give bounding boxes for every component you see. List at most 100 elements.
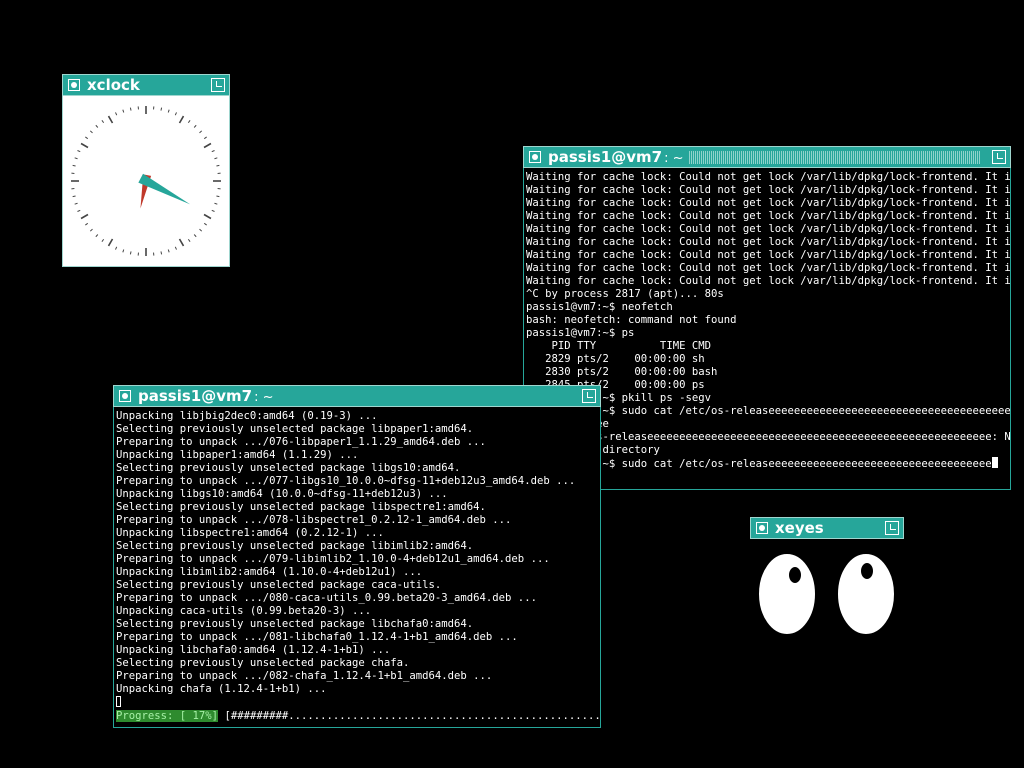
clock-minute-tick xyxy=(129,107,132,111)
clock-face xyxy=(62,96,230,267)
clock-minute-tick xyxy=(160,251,163,255)
terminal-line: Selecting previously unselected package … xyxy=(116,462,461,474)
window-menu-icon[interactable] xyxy=(119,390,131,402)
clock-minute-tick xyxy=(122,249,125,253)
title-path: : ~ xyxy=(664,151,684,166)
terminal-line: Selecting previously unselected package … xyxy=(116,657,410,669)
terminal-line: passis1@vm7:~$ neofetch xyxy=(526,301,673,313)
maximize-icon[interactable] xyxy=(582,389,596,403)
clock-minute-tick xyxy=(187,120,191,124)
xclock-titlebar[interactable]: xclock xyxy=(62,74,230,96)
clock-hour-tick xyxy=(80,213,89,220)
clock-minute-tick xyxy=(77,150,81,153)
clock-minute-tick xyxy=(115,112,118,116)
clock-minute-tick xyxy=(85,222,89,226)
clock-minute-tick xyxy=(203,222,207,226)
clock-minute-tick xyxy=(214,202,218,205)
terminal-titlebar[interactable]: passis1@vm7: ~ xyxy=(113,385,601,407)
clock-minute-tick xyxy=(211,209,215,212)
clock-minute-tick xyxy=(216,164,220,167)
terminal-line: Selecting previously unselected package … xyxy=(116,618,474,630)
terminal-line: ^C by process 2817 (apt)... 80s xyxy=(526,288,724,300)
clock-hour-tick xyxy=(178,115,185,124)
title-path: : ~ xyxy=(254,390,274,405)
title-user: passis1@vm7 xyxy=(548,148,663,166)
clock-hour-tick xyxy=(107,238,114,247)
terminal-line: Selecting previously unselected package … xyxy=(116,579,442,591)
maximize-icon[interactable] xyxy=(992,150,1006,164)
terminal-window-left[interactable]: passis1@vm7: ~ Unpacking libjbig2dec0:am… xyxy=(113,385,601,728)
clock-minute-tick xyxy=(199,130,203,134)
terminal-line: Waiting for cache lock: Could not get lo… xyxy=(526,262,1011,274)
terminal-line: Waiting for cache lock: Could not get lo… xyxy=(526,171,1011,183)
terminal-line: Waiting for cache lock: Could not get lo… xyxy=(526,210,1011,222)
terminal-line: 2830 pts/2 00:00:00 bash xyxy=(526,366,718,378)
left-pupil xyxy=(789,567,801,583)
terminal-line: Unpacking chafa (1.12.4-1+b1) ... xyxy=(116,683,327,695)
terminal-line: Unpacking caca-utils (0.99.beta20-3) ... xyxy=(116,605,372,617)
xeyes-titlebar[interactable]: xeyes xyxy=(750,517,904,539)
clock-minute-tick xyxy=(89,130,93,134)
clock-minute-tick xyxy=(199,228,203,232)
xeyes-window[interactable]: xeyes xyxy=(750,517,904,637)
terminal-line: Preparing to unpack .../081-libchafa0_1.… xyxy=(116,631,518,643)
clock-minute-tick xyxy=(211,150,215,153)
terminal-line: passis1@vm7:~$ ps xyxy=(526,327,635,339)
terminal-titlebar[interactable]: passis1@vm7: ~ xyxy=(523,146,1011,168)
terminal-output[interactable]: Unpacking libjbig2dec0:amd64 (0.19-3) ..… xyxy=(113,407,601,728)
terminal-line: Preparing to unpack .../078-libspectre1_… xyxy=(116,514,512,526)
maximize-icon[interactable] xyxy=(211,78,225,92)
window-menu-icon[interactable] xyxy=(756,522,768,534)
terminal-line: Unpacking libpaper1:amd64 (1.1.29) ... xyxy=(116,449,359,461)
terminal-line: Waiting for cache lock: Could not get lo… xyxy=(526,275,1011,287)
eyes-graphic xyxy=(757,552,896,636)
terminal-line: Preparing to unpack .../082-chafa_1.12.4… xyxy=(116,670,493,682)
terminal-line: Preparing to unpack .../076-libpaper1_1.… xyxy=(116,436,486,448)
progress-bar: [#########..............................… xyxy=(218,710,601,722)
clock-minute-tick xyxy=(193,124,197,128)
clock-minute-tick xyxy=(174,246,177,250)
text-cursor xyxy=(116,696,121,707)
clock-minute-tick xyxy=(167,109,170,113)
clock-minute-tick xyxy=(89,228,93,232)
clock-minute-tick xyxy=(95,124,99,128)
terminal-line: Waiting for cache lock: Could not get lo… xyxy=(526,197,1011,209)
terminal-line: Waiting for cache lock: Could not get lo… xyxy=(526,184,1011,196)
terminal-line: Selecting previously unselected package … xyxy=(116,423,474,435)
terminal-line: Preparing to unpack .../079-libimlib2_1.… xyxy=(116,553,550,565)
terminal-line: Waiting for cache lock: Could not get lo… xyxy=(526,236,1011,248)
clock-minute-tick xyxy=(193,234,197,238)
terminal-line: Unpacking libchafa0:amd64 (1.12.4-1+b1) … xyxy=(116,644,391,656)
clock-minute-tick xyxy=(214,157,218,160)
terminal-line: 2829 pts/2 00:00:00 sh xyxy=(526,353,705,365)
window-title: passis1@vm7: ~ xyxy=(138,387,273,407)
clock-minute-tick xyxy=(216,195,220,198)
text-cursor xyxy=(991,457,998,468)
clock-minute-tick xyxy=(203,136,207,140)
terminal-line: bash: neofetch: command not found xyxy=(526,314,737,326)
clock-minute-tick xyxy=(115,246,118,250)
clock-minute-tick xyxy=(187,238,191,242)
terminal-text: Unpacking libjbig2dec0:amd64 (0.19-3) ..… xyxy=(114,407,600,723)
progress-label: Progress: [ 17%] xyxy=(116,710,219,722)
clock-hour-tick xyxy=(203,142,212,149)
xclock-window[interactable]: xclock xyxy=(62,74,230,267)
clock-minute-tick xyxy=(122,109,125,113)
terminal-line: Unpacking libjbig2dec0:amd64 (0.19-3) ..… xyxy=(116,410,378,422)
clock-minute-tick xyxy=(72,195,76,198)
left-eye xyxy=(757,552,817,636)
right-pupil xyxy=(861,563,873,579)
titlebar-hatch xyxy=(689,151,981,164)
clock-minute-tick xyxy=(74,202,78,205)
terminal-line: Unpacking libimlib2:amd64 (1.10.0-4+deb1… xyxy=(116,566,423,578)
terminal-line: Preparing to unpack .../077-libgs10_10.0… xyxy=(116,475,576,487)
clock-minute-tick xyxy=(129,251,132,255)
maximize-icon[interactable] xyxy=(885,521,899,535)
window-menu-icon[interactable] xyxy=(68,79,80,91)
clock-hour-tick xyxy=(80,142,89,149)
window-menu-icon[interactable] xyxy=(529,151,541,163)
clock-minute-tick xyxy=(101,120,105,124)
clock-minute-tick xyxy=(167,249,170,253)
clock-minute-tick xyxy=(77,209,81,212)
analog-clock xyxy=(71,106,221,256)
